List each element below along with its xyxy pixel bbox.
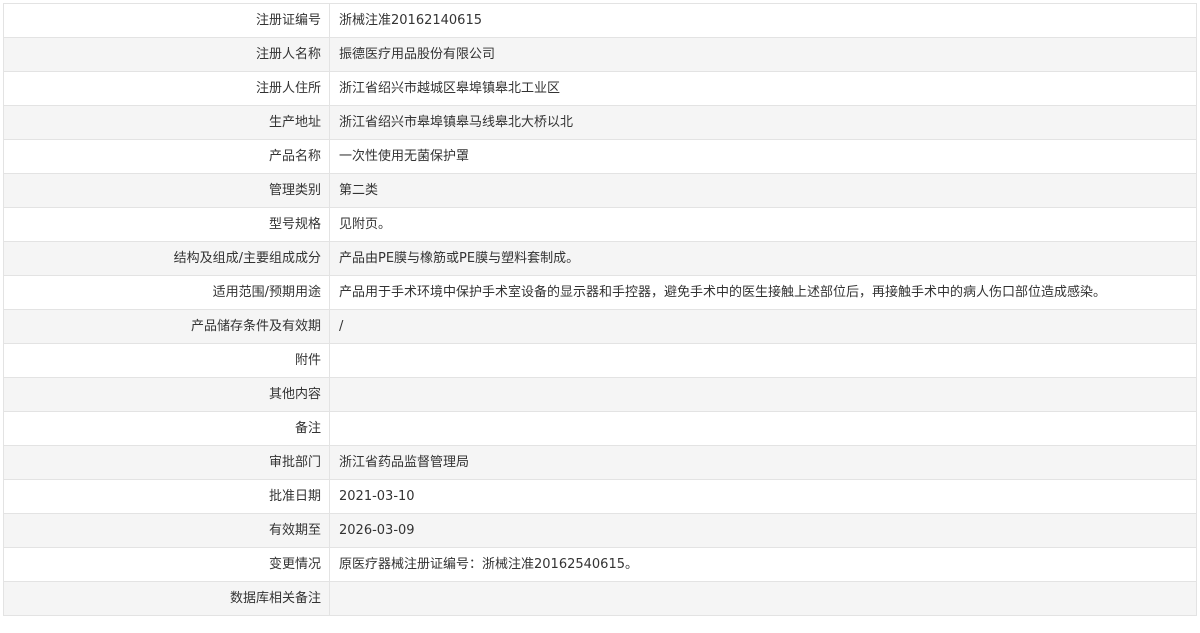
row-storage-validity: 产品储存条件及有效期 / — [3, 309, 1197, 344]
row-management-category: 管理类别 第二类 — [3, 173, 1197, 208]
row-value: 一次性使用无菌保护罩 — [329, 139, 1197, 174]
row-value: 浙江省绍兴市越城区皋埠镇皋北工业区 — [329, 71, 1197, 106]
row-model-spec: 型号规格 见附页。 — [3, 207, 1197, 242]
row-label: 附件 — [3, 343, 330, 378]
row-database-remarks: 数据库相关备注 — [3, 581, 1197, 616]
row-intended-use: 适用范围/预期用途 产品用于手术环境中保护手术室设备的显示器和手控器，避免手术中… — [3, 275, 1197, 310]
row-value — [329, 343, 1197, 378]
row-label: 备注 — [3, 411, 330, 446]
row-label: 结构及组成/主要组成成分 — [3, 241, 330, 276]
row-value: 第二类 — [329, 173, 1197, 208]
row-value: 振德医疗用品股份有限公司 — [329, 37, 1197, 72]
row-label: 型号规格 — [3, 207, 330, 242]
row-label: 批准日期 — [3, 479, 330, 514]
row-value: 原医疗器械注册证编号：浙械注准20162540615。 — [329, 547, 1197, 582]
row-value: 浙江省绍兴市皋埠镇皋马线皋北大桥以北 — [329, 105, 1197, 140]
row-value: 产品用于手术环境中保护手术室设备的显示器和手控器，避免手术中的医生接触上述部位后… — [329, 275, 1197, 310]
row-structure-composition: 结构及组成/主要组成成分 产品由PE膜与橡筋或PE膜与塑料套制成。 — [3, 241, 1197, 276]
row-label: 注册证编号 — [3, 3, 330, 38]
row-valid-until: 有效期至 2026-03-09 — [3, 513, 1197, 548]
row-label: 有效期至 — [3, 513, 330, 548]
row-value: 产品由PE膜与橡筋或PE膜与塑料套制成。 — [329, 241, 1197, 276]
registration-detail-table: 注册证编号 浙械注准20162140615 注册人名称 振德医疗用品股份有限公司… — [3, 3, 1197, 616]
row-label: 产品储存条件及有效期 — [3, 309, 330, 344]
row-product-name: 产品名称 一次性使用无菌保护罩 — [3, 139, 1197, 174]
row-value: / — [329, 309, 1197, 344]
row-value — [329, 377, 1197, 412]
row-attachments: 附件 — [3, 343, 1197, 378]
row-approval-date: 批准日期 2021-03-10 — [3, 479, 1197, 514]
row-remarks: 备注 — [3, 411, 1197, 446]
row-label: 其他内容 — [3, 377, 330, 412]
row-value: 2021-03-10 — [329, 479, 1197, 514]
row-production-address: 生产地址 浙江省绍兴市皋埠镇皋马线皋北大桥以北 — [3, 105, 1197, 140]
row-registration-number: 注册证编号 浙械注准20162140615 — [3, 3, 1197, 38]
row-value: 2026-03-09 — [329, 513, 1197, 548]
row-value: 见附页。 — [329, 207, 1197, 242]
row-approval-department: 审批部门 浙江省药品监督管理局 — [3, 445, 1197, 480]
row-label: 审批部门 — [3, 445, 330, 480]
row-label: 变更情况 — [3, 547, 330, 582]
row-label: 注册人住所 — [3, 71, 330, 106]
row-registrant-name: 注册人名称 振德医疗用品股份有限公司 — [3, 37, 1197, 72]
row-label: 管理类别 — [3, 173, 330, 208]
row-label: 数据库相关备注 — [3, 581, 330, 616]
row-change-history: 变更情况 原医疗器械注册证编号：浙械注准20162540615。 — [3, 547, 1197, 582]
row-label: 适用范围/预期用途 — [3, 275, 330, 310]
row-other-content: 其他内容 — [3, 377, 1197, 412]
row-value — [329, 411, 1197, 446]
row-registrant-address: 注册人住所 浙江省绍兴市越城区皋埠镇皋北工业区 — [3, 71, 1197, 106]
row-value: 浙械注准20162140615 — [329, 3, 1197, 38]
row-value: 浙江省药品监督管理局 — [329, 445, 1197, 480]
row-label: 注册人名称 — [3, 37, 330, 72]
row-label: 生产地址 — [3, 105, 330, 140]
row-label: 产品名称 — [3, 139, 330, 174]
row-value — [329, 581, 1197, 616]
